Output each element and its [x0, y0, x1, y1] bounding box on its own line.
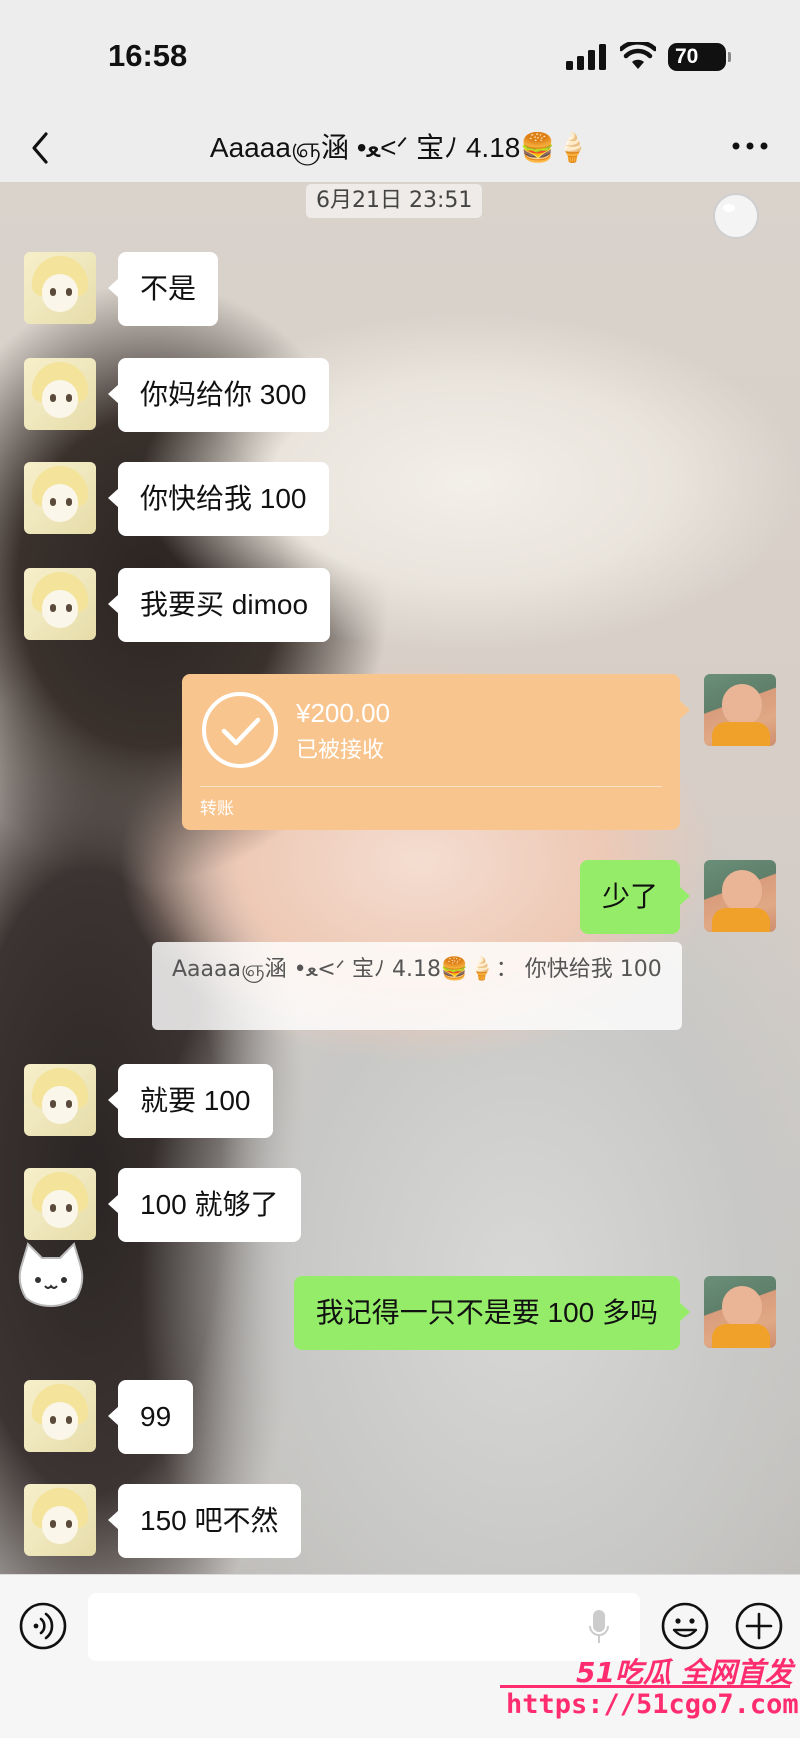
watermark-underline — [500, 1685, 790, 1688]
chevron-left-icon[interactable] — [26, 128, 56, 168]
plus-icon[interactable] — [734, 1601, 784, 1651]
wifi-icon — [620, 42, 656, 69]
input-bar: 51吃瓜 全网首发 https://51cgo7.com — [0, 1574, 800, 1738]
check-circle-icon — [202, 692, 278, 768]
my-avatar[interactable] — [704, 860, 776, 932]
sticker-ball-icon — [713, 193, 759, 239]
message-bubble[interactable]: 你快给我 100 — [108, 462, 329, 536]
message-bubble[interactable]: 我记得一只不是要 100 多吗 — [293, 1276, 691, 1350]
contact-avatar[interactable] — [24, 1380, 96, 1452]
message-bubble[interactable]: 你妈给你 300 — [108, 358, 329, 432]
contact-avatar[interactable] — [24, 1168, 96, 1240]
message-bubble[interactable]: 我要买 dimoo — [107, 568, 331, 642]
cat-sticker-icon — [18, 1242, 84, 1308]
transfer-label: 转账 — [200, 799, 234, 819]
message-input[interactable] — [88, 1593, 640, 1661]
message-timestamp: 6月21日 23:51 — [306, 184, 483, 218]
message-bubble[interactable]: 150 吧不然 — [108, 1484, 301, 1558]
my-avatar[interactable] — [704, 674, 776, 746]
emoji-icon[interactable] — [660, 1601, 710, 1651]
contact-avatar[interactable] — [24, 1484, 96, 1556]
contact-avatar[interactable] — [24, 358, 96, 430]
watermark-url: https://51cgo7.com — [506, 1689, 799, 1720]
message-bubble[interactable]: 100 就够了 — [108, 1168, 301, 1242]
message-bubble[interactable]: 99 — [107, 1380, 194, 1454]
battery-icon: 70 — [668, 43, 731, 71]
contact-avatar[interactable] — [24, 1064, 96, 1136]
voice-icon[interactable] — [18, 1601, 68, 1651]
more-icon[interactable] — [728, 132, 772, 160]
contact-avatar[interactable] — [24, 462, 96, 534]
chat-area[interactable]: 6月21日 23:51 不是 你妈给你 300 你快给我 100 我要买 dim… — [0, 182, 800, 1574]
chat-title: Aaaaaஞ涵 •ﻌ<ᐟ 宝ﾉ 4.18🍔🍦 — [209, 132, 591, 163]
quoted-reply[interactable]: Aaaaaஞ涵 •ﻌ<ᐟ 宝ﾉ 4.18🍔🍦： 你快给我 100 — [152, 942, 682, 1030]
chat-header: Aaaaaஞ涵 •ﻌ<ᐟ 宝ﾉ 4.18🍔🍦 — [0, 110, 800, 182]
transfer-status: 已被接收 — [296, 738, 385, 763]
message-bubble[interactable]: 不是 — [107, 252, 219, 326]
contact-avatar[interactable] — [24, 252, 96, 324]
status-bar: 16:58 70 — [0, 0, 800, 110]
message-bubble[interactable]: 少了 — [579, 860, 691, 934]
status-time: 16:58 — [108, 38, 188, 73]
signal-icon — [566, 44, 606, 70]
message-bubble[interactable]: 就要 100 — [108, 1064, 273, 1138]
mic-icon[interactable] — [588, 1609, 610, 1645]
transfer-divider — [200, 786, 662, 787]
my-avatar[interactable] — [704, 1276, 776, 1348]
transfer-card[interactable]: ¥200.00 已被接收 转账 — [182, 674, 690, 830]
battery-level: 70 — [675, 45, 699, 68]
transfer-amount: ¥200.00 — [296, 698, 390, 728]
contact-avatar[interactable] — [24, 568, 96, 640]
